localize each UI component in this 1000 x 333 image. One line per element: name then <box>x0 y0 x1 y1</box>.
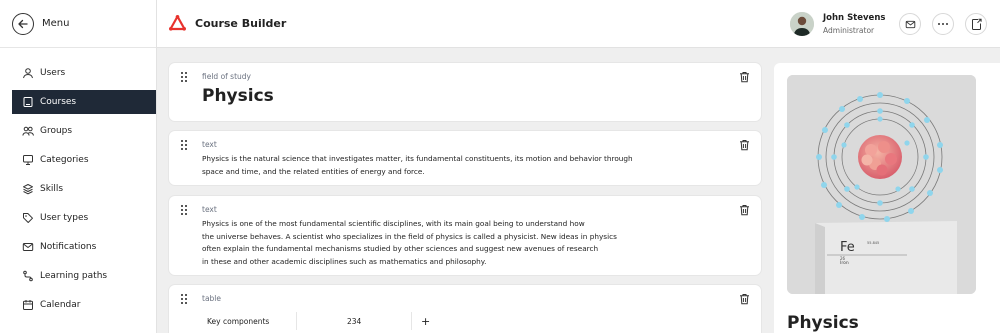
sidebar-item-users[interactable]: Users <box>0 61 156 85</box>
block-type-label: text <box>202 140 217 149</box>
field-of-study-value[interactable]: Physics <box>202 86 274 106</box>
content-block-table[interactable]: table Key components 234 + <box>169 285 761 333</box>
categories-icon <box>22 154 34 166</box>
sidebar-item-label: Notifications <box>40 242 97 252</box>
top-header: Course Builder John Stevens Administrato… <box>157 0 1000 48</box>
text-line: in these and other academic disciplines … <box>202 256 487 266</box>
calendar-icon <box>22 299 34 311</box>
mail-icon <box>905 20 915 28</box>
block-type-label: table <box>202 294 221 303</box>
trash-icon[interactable] <box>739 71 750 83</box>
arrow-left-icon <box>18 19 28 28</box>
table-cell-value[interactable]: 234 <box>297 312 412 330</box>
sidebar-nav: Users Courses Groups Categories Skills U… <box>0 48 156 317</box>
course-preview-card: Fe 55.845 26 Iron Physics <box>774 63 1000 333</box>
avatar <box>790 12 814 36</box>
page-title: Course Builder <box>195 16 287 30</box>
user-profile[interactable]: John Stevens Administrator <box>790 12 885 36</box>
user-role: Administrator <box>823 26 875 35</box>
sidebar-item-label: Groups <box>40 126 73 136</box>
path-icon <box>22 270 34 282</box>
sidebar-item-label: Skills <box>40 184 64 194</box>
table-row: Key components 234 + <box>202 312 442 330</box>
preview-title: Physics <box>787 313 859 333</box>
messages-button[interactable] <box>899 13 921 35</box>
export-icon <box>971 18 982 30</box>
text-line: often explain the fundamental mechanisms… <box>202 244 599 253</box>
mail-icon <box>22 241 34 253</box>
text-line: the universe behaves. A scientist who sp… <box>202 231 617 241</box>
brand: Course Builder <box>169 15 286 31</box>
export-button[interactable] <box>965 13 987 35</box>
sidebar-item-notifications[interactable]: Notifications <box>0 235 156 259</box>
menu-row: Menu <box>0 0 156 48</box>
sidebar-item-skills[interactable]: Skills <box>0 177 156 201</box>
menu-label: Menu <box>42 18 70 29</box>
text-block-content[interactable]: Physics is one of the most fundamental s… <box>202 218 702 268</box>
sidebar-item-label: Users <box>40 68 66 78</box>
trash-icon[interactable] <box>739 293 750 305</box>
trash-icon[interactable] <box>739 204 750 216</box>
drag-handle-icon[interactable] <box>181 205 189 215</box>
sidebar-item-label: Calendar <box>40 300 81 310</box>
drag-handle-icon[interactable] <box>181 72 189 82</box>
content-block-text[interactable]: text Physics is one of the most fundamen… <box>169 196 761 275</box>
more-horizontal-icon <box>938 23 948 25</box>
element-name: Iron <box>840 261 849 266</box>
book-icon <box>22 96 34 108</box>
sidebar-item-learning-paths[interactable]: Learning paths <box>0 264 156 288</box>
sidebar-item-label: Categories <box>40 155 89 165</box>
groups-icon <box>22 125 34 137</box>
sidebar-item-label: User types <box>40 213 89 223</box>
sidebar-item-courses[interactable]: Courses <box>12 90 156 114</box>
skills-icon <box>22 183 34 195</box>
sidebar-item-groups[interactable]: Groups <box>0 119 156 143</box>
text-line: Physics is one of the most fundamental s… <box>202 219 585 228</box>
text-block-content[interactable]: Physics is the natural science that inve… <box>202 153 702 178</box>
sidebar-item-label: Courses <box>40 97 77 107</box>
drag-handle-icon[interactable] <box>181 294 189 304</box>
sidebar-item-user-types[interactable]: User types <box>0 206 156 230</box>
sidebar-item-categories[interactable]: Categories <box>0 148 156 172</box>
drag-handle-icon[interactable] <box>181 140 189 150</box>
element-mass: 55.845 <box>867 241 880 245</box>
course-builder-logo-icon <box>169 15 186 31</box>
user-info: John Stevens Administrator <box>823 13 885 35</box>
course-cover-image: Fe 55.845 26 Iron <box>787 75 976 294</box>
sidebar: Menu Users Courses Groups Categories Ski… <box>0 0 157 333</box>
table-cell-label[interactable]: Key components <box>202 312 297 330</box>
content-block-text[interactable]: text Physics is the natural science that… <box>169 131 761 185</box>
tag-icon <box>22 212 34 224</box>
sidebar-item-calendar[interactable]: Calendar <box>0 293 156 317</box>
block-type-label: field of study <box>202 72 251 81</box>
text-line: space and time, and the related entities… <box>202 166 425 176</box>
trash-icon[interactable] <box>739 139 750 151</box>
sidebar-item-label: Learning paths <box>40 271 108 281</box>
text-line: Physics is the natural science that inve… <box>202 154 633 163</box>
user-icon <box>22 67 34 79</box>
back-button[interactable] <box>12 12 34 35</box>
element-symbol: Fe <box>840 240 855 255</box>
more-options-button[interactable] <box>932 13 954 35</box>
add-column-button[interactable]: + <box>412 315 442 328</box>
block-type-label: text <box>202 205 217 214</box>
user-name: John Stevens <box>823 13 886 23</box>
content-block-field-of-study[interactable]: field of study Physics <box>169 63 761 121</box>
